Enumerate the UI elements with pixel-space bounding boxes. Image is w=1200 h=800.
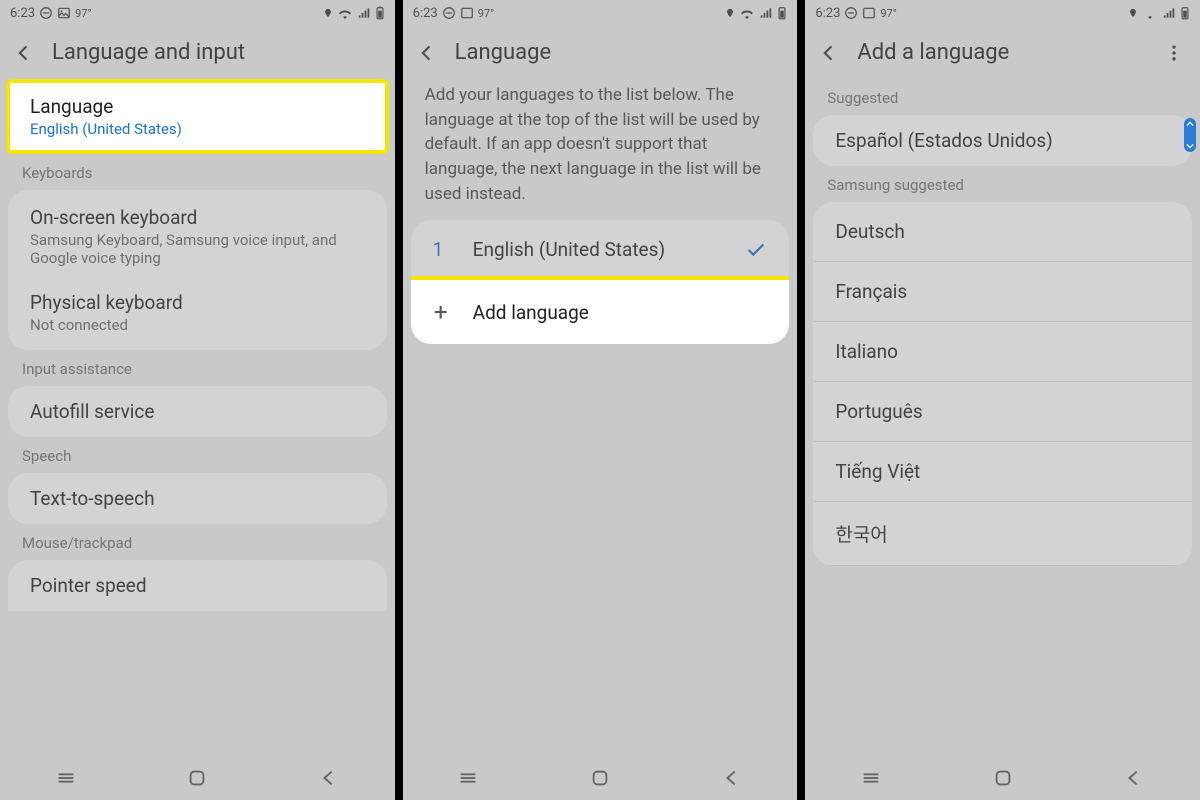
- nav-back-icon[interactable]: [721, 767, 743, 789]
- section-keyboards: Keyboards: [0, 154, 395, 190]
- nav-home-icon[interactable]: [186, 767, 208, 789]
- language-value: English (United States): [30, 120, 365, 138]
- dnd-icon: [39, 6, 53, 20]
- image-icon: [862, 6, 876, 20]
- status-bar: 6:23 97°: [403, 0, 798, 26]
- language-title: Language: [30, 95, 365, 118]
- nav-recents-icon[interactable]: [860, 767, 882, 789]
- language-row[interactable]: Language English (United States): [8, 81, 387, 152]
- language-name: English (United States): [473, 238, 665, 261]
- autofill-row[interactable]: Autofill service: [8, 386, 387, 437]
- wifi-icon: [1142, 7, 1158, 19]
- nav-recents-icon[interactable]: [457, 767, 479, 789]
- plus-icon: +: [433, 298, 449, 326]
- section-suggested: Suggested: [805, 79, 1200, 115]
- lang-portugues-row[interactable]: Português: [813, 382, 1192, 442]
- image-icon: [460, 6, 474, 20]
- lang-francais-row[interactable]: Français: [813, 262, 1192, 322]
- signal-icon: [357, 6, 371, 20]
- tts-row[interactable]: Text-to-speech: [8, 473, 387, 524]
- language-list: 1 English (United States) + Add language: [411, 220, 790, 344]
- status-temp: 97°: [75, 7, 91, 20]
- add-language-row[interactable]: + Add language: [411, 280, 790, 344]
- page-title: Language and input: [52, 40, 379, 65]
- suggested-espanol-row[interactable]: Español (Estados Unidos): [813, 115, 1192, 166]
- battery-icon: [1180, 6, 1190, 20]
- location-icon: [1128, 6, 1138, 20]
- language-description: Add your languages to the list below. Th…: [403, 79, 798, 220]
- header: Language: [403, 26, 798, 79]
- section-input-assist: Input assistance: [0, 350, 395, 386]
- wifi-icon: [739, 7, 755, 19]
- header: Language and input: [0, 26, 395, 79]
- nav-bar: [805, 756, 1200, 800]
- more-icon[interactable]: [1164, 43, 1184, 63]
- header: Add a language: [805, 26, 1200, 79]
- check-icon: [745, 239, 767, 261]
- nav-bar: [403, 756, 798, 800]
- samsung-suggested-list: Deutsch Français Italiano Português Tiến…: [813, 202, 1192, 566]
- location-icon: [725, 6, 735, 20]
- dnd-icon: [442, 6, 456, 20]
- section-mouse: Mouse/trackpad: [0, 524, 395, 560]
- back-icon[interactable]: [14, 43, 34, 63]
- status-bar: 6:23 97°: [805, 0, 1200, 26]
- section-speech: Speech: [0, 437, 395, 473]
- signal-icon: [759, 6, 773, 20]
- nav-bar: [0, 756, 395, 800]
- page-title: Language: [455, 40, 782, 65]
- nav-home-icon[interactable]: [589, 767, 611, 789]
- wifi-icon: [337, 7, 353, 19]
- battery-icon: [375, 6, 385, 20]
- screen-language-and-input: 6:23 97° Language and input Language Eng…: [0, 0, 395, 800]
- language-order: 1: [433, 238, 449, 261]
- lang-deutsch-row[interactable]: Deutsch: [813, 202, 1192, 262]
- onscreen-keyboard-row[interactable]: On-screen keyboard Samsung Keyboard, Sam…: [8, 194, 387, 279]
- back-icon[interactable]: [417, 43, 437, 63]
- nav-recents-icon[interactable]: [55, 767, 77, 789]
- nav-home-icon[interactable]: [992, 767, 1014, 789]
- status-time: 6:23: [10, 6, 35, 21]
- section-samsung-suggested: Samsung suggested: [805, 166, 1200, 202]
- physical-keyboard-row[interactable]: Physical keyboard Not connected: [8, 279, 387, 346]
- back-icon[interactable]: [819, 43, 839, 63]
- add-language-label: Add language: [473, 301, 589, 324]
- pointer-speed-row[interactable]: Pointer speed: [8, 560, 387, 611]
- language-english-row[interactable]: 1 English (United States): [411, 220, 790, 280]
- lang-korean-row[interactable]: 한국어: [813, 502, 1192, 566]
- status-bar: 6:23 97°: [0, 0, 395, 26]
- fast-scroll-handle[interactable]: [1184, 118, 1196, 152]
- screen-language: 6:23 97° Language Add your languages to …: [395, 0, 798, 800]
- image-icon: [57, 6, 71, 20]
- location-icon: [323, 6, 333, 20]
- page-title: Add a language: [857, 40, 1146, 65]
- nav-back-icon[interactable]: [1123, 767, 1145, 789]
- screen-add-language: 6:23 97° Add a language Suggested Españo…: [797, 0, 1200, 800]
- lang-italiano-row[interactable]: Italiano: [813, 322, 1192, 382]
- signal-icon: [1162, 6, 1176, 20]
- dnd-icon: [844, 6, 858, 20]
- nav-back-icon[interactable]: [318, 767, 340, 789]
- lang-tiengviet-row[interactable]: Tiếng Việt: [813, 442, 1192, 502]
- battery-icon: [777, 6, 787, 20]
